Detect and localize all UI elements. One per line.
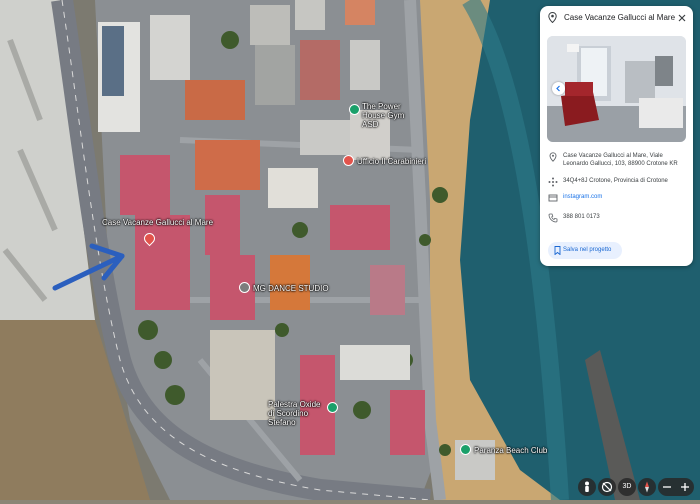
dance-studio-pin[interactable]: [239, 282, 250, 293]
save-to-project-button[interactable]: Salva nel progetto: [548, 242, 622, 259]
bookmark-icon: [554, 246, 561, 255]
zoom-controls: [658, 478, 694, 496]
location-pin-icon: [548, 12, 557, 23]
place-card: Case Vacanze Gallucci al Mare Case Vacan…: [540, 6, 693, 266]
toggle-3d-button[interactable]: 3D: [618, 478, 636, 496]
website-icon: [548, 194, 558, 202]
beach-club-pin[interactable]: [460, 444, 471, 455]
palestra-label[interactable]: Palestra Oxide di Scordino Stefano: [268, 400, 326, 427]
room-photo: [547, 36, 686, 142]
phone-text[interactable]: 388 801 0173: [563, 213, 687, 221]
card-header: Case Vacanze Gallucci al Mare: [540, 6, 693, 30]
person-icon: [585, 481, 589, 492]
chevron-left-icon[interactable]: [552, 82, 565, 95]
plus-code-icon: [548, 177, 558, 187]
location-pin-icon: [549, 152, 557, 162]
other-poi-pin[interactable]: [343, 155, 354, 166]
compass-icon: [645, 481, 649, 493]
address-text[interactable]: Case Vacanze Gallucci al Mare, Viale Leo…: [563, 152, 687, 168]
place-title: Case Vacanze Gallucci al Mare: [564, 13, 676, 22]
phone-icon: [548, 213, 558, 223]
compass-off-icon: [601, 481, 613, 493]
gym-pin[interactable]: [349, 104, 360, 115]
dance-studio-label[interactable]: MG DANCE STUDIO: [253, 284, 329, 293]
hotel-label[interactable]: Case Vacanze Gallucci al Mare: [102, 218, 213, 227]
zoom-in-icon[interactable]: [681, 483, 689, 491]
gym-label[interactable]: The Power House Gym ASD: [362, 102, 422, 129]
compass-button[interactable]: [638, 478, 656, 496]
save-to-project-label: Salva nel progetto: [563, 247, 612, 253]
pegman-button[interactable]: [578, 478, 596, 496]
hide-labels-button[interactable]: [598, 478, 616, 496]
beach-club-label[interactable]: Paranza Beach Club: [474, 446, 547, 455]
place-photo[interactable]: [547, 36, 686, 142]
palestra-pin[interactable]: [327, 402, 338, 413]
other-poi-label[interactable]: Ufficio Il Carabinieri: [357, 157, 426, 166]
website-link[interactable]: instagram.com: [563, 193, 687, 201]
plus-code-text[interactable]: 34Q4+8J Crotone, Provincia di Crotone: [563, 177, 687, 185]
close-icon[interactable]: [678, 14, 686, 22]
